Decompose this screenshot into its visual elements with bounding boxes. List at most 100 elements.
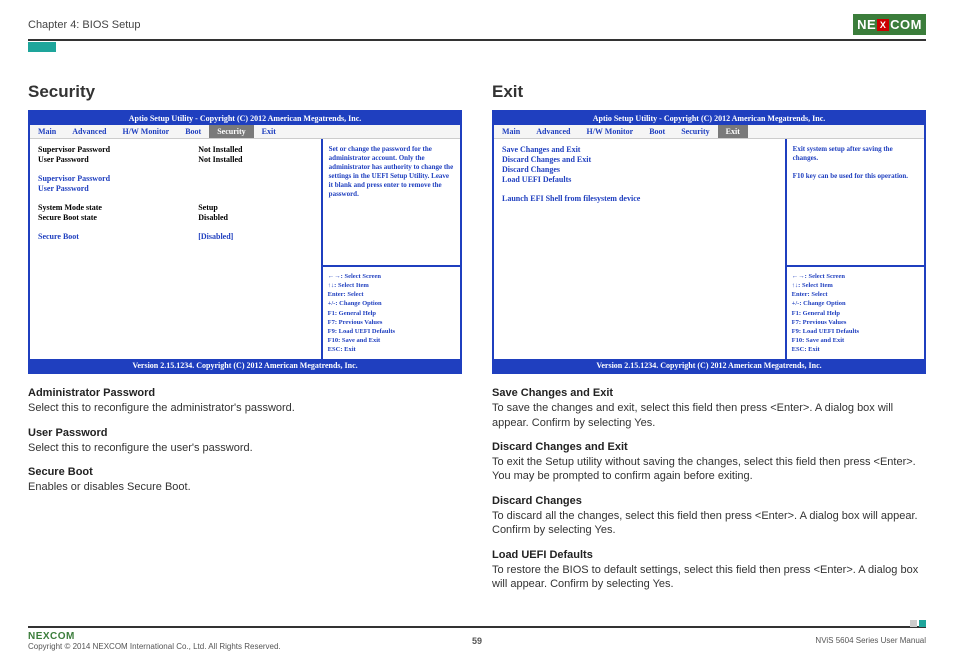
bios-row[interactable]: System Mode stateSetup: [38, 203, 313, 212]
bios-row[interactable]: Secure Boot stateDisabled: [38, 213, 313, 222]
bios-tab-main[interactable]: Main: [30, 125, 64, 138]
desc-text: Select this to reconfigure the user's pa…: [28, 441, 462, 455]
bios-value: [198, 184, 312, 193]
bios-row[interactable]: Supervisor PasswordNot Installed: [38, 145, 313, 154]
key-hint: ←→: Select Screen: [792, 272, 919, 281]
exit-heading: Exit: [492, 82, 926, 102]
page-number: 59: [472, 636, 482, 646]
bios-value: Not Installed: [198, 145, 312, 154]
key-hint: ESC: Exit: [792, 345, 919, 354]
key-hint: F10: Save and Exit: [328, 336, 455, 345]
desc-heading: Load UEFI Defaults: [492, 548, 926, 562]
bios-row[interactable]: User PasswordNot Installed: [38, 155, 313, 164]
bios-title: Aptio Setup Utility - Copyright (C) 2012…: [30, 112, 460, 125]
key-hint: F7: Previous Values: [792, 318, 919, 327]
bios-tabs: MainAdvancedH/W MonitorBootSecurityExit: [30, 125, 460, 139]
footer-copyright: Copyright © 2014 NEXCOM International Co…: [28, 642, 281, 651]
key-hint: +/-: Change Option: [328, 299, 455, 308]
bios-value: Setup: [198, 203, 312, 212]
bios-row[interactable]: Load UEFI Defaults: [502, 175, 777, 184]
bios-tab-advanced[interactable]: Advanced: [64, 125, 114, 138]
footer-logo: NEXCOM: [28, 631, 281, 642]
bios-label: Secure Boot: [38, 232, 198, 241]
key-hint: F10: Save and Exit: [792, 336, 919, 345]
bios-label: System Mode state: [38, 203, 198, 212]
footer-manual: NViS 5604 Series User Manual: [815, 636, 926, 645]
key-hint: Enter: Select: [792, 290, 919, 299]
desc-heading: Administrator Password: [28, 386, 462, 400]
key-hint: ↑↓: Select Item: [792, 281, 919, 290]
key-hint: F1: General Help: [328, 309, 455, 318]
desc-heading: Discard Changes: [492, 494, 926, 508]
header-rule: [28, 39, 926, 41]
bios-label: Supervisor Password: [38, 145, 198, 154]
bios-label: User Password: [38, 155, 198, 164]
bios-row[interactable]: Discard Changes: [502, 165, 777, 174]
bios-label: User Password: [38, 184, 198, 193]
bios-help-text: Exit system setup after saving the chang…: [787, 139, 924, 265]
bios-left-panel: Save Changes and ExitDiscard Changes and…: [494, 139, 785, 359]
desc-heading: Save Changes and Exit: [492, 386, 926, 400]
chapter-title: Chapter 4: BIOS Setup: [28, 19, 141, 31]
desc-text: Enables or disables Secure Boot.: [28, 480, 462, 494]
bios-tab-exit[interactable]: Exit: [254, 125, 284, 138]
bios-row[interactable]: Save Changes and Exit: [502, 145, 777, 154]
bios-value: Disabled: [198, 213, 312, 222]
exit-descriptions: Save Changes and ExitTo save the changes…: [492, 386, 926, 592]
security-descriptions: Administrator PasswordSelect this to rec…: [28, 386, 462, 495]
bios-tab-main[interactable]: Main: [494, 125, 528, 138]
bios-left-panel: Supervisor PasswordNot InstalledUser Pas…: [30, 139, 321, 359]
key-hint: F7: Previous Values: [328, 318, 455, 327]
page-header: Chapter 4: BIOS Setup NEXCOM: [28, 14, 926, 35]
bios-tab-advanced[interactable]: Advanced: [528, 125, 578, 138]
bios-key-legend: ←→: Select Screen↑↓: Select ItemEnter: S…: [787, 265, 924, 359]
bios-tab-h-w-monitor[interactable]: H/W Monitor: [578, 125, 641, 138]
desc-text: To discard all the changes, select this …: [492, 509, 926, 538]
key-hint: ←→: Select Screen: [328, 272, 455, 281]
left-column: Security Aptio Setup Utility - Copyright…: [28, 82, 462, 596]
key-hint: +/-: Change Option: [792, 299, 919, 308]
security-bios-box: Aptio Setup Utility - Copyright (C) 2012…: [28, 110, 462, 374]
desc-heading: User Password: [28, 426, 462, 440]
key-hint: F1: General Help: [792, 309, 919, 318]
bios-footer: Version 2.15.1234. Copyright (C) 2012 Am…: [494, 359, 924, 372]
bios-help-text: Set or change the password for the admin…: [323, 139, 460, 265]
key-hint: ↑↓: Select Item: [328, 281, 455, 290]
bios-tabs: MainAdvancedH/W MonitorBootSecurityExit: [494, 125, 924, 139]
logo: NEXCOM: [853, 14, 926, 35]
page-footer: NEXCOM Copyright © 2014 NEXCOM Internati…: [28, 626, 926, 651]
desc-heading: Secure Boot: [28, 465, 462, 479]
bios-footer: Version 2.15.1234. Copyright (C) 2012 Am…: [30, 359, 460, 372]
bios-value: [198, 174, 312, 183]
teal-tab: [28, 42, 56, 52]
bios-tab-h-w-monitor[interactable]: H/W Monitor: [114, 125, 177, 138]
bios-row[interactable]: Secure Boot[Disabled]: [38, 232, 313, 241]
bios-row[interactable]: Supervisor Password: [38, 174, 313, 183]
bios-title: Aptio Setup Utility - Copyright (C) 2012…: [494, 112, 924, 125]
key-hint: Enter: Select: [328, 290, 455, 299]
key-hint: ESC: Exit: [328, 345, 455, 354]
right-column: Exit Aptio Setup Utility - Copyright (C)…: [492, 82, 926, 596]
desc-heading: Discard Changes and Exit: [492, 440, 926, 454]
bios-row[interactable]: Launch EFI Shell from filesystem device: [502, 194, 777, 203]
bios-tab-security[interactable]: Security: [209, 125, 253, 138]
desc-text: To exit the Setup utility without saving…: [492, 455, 926, 484]
bios-value: Not Installed: [198, 155, 312, 164]
bios-tab-exit[interactable]: Exit: [718, 125, 748, 138]
bios-value: [Disabled]: [198, 232, 312, 241]
desc-text: To save the changes and exit, select thi…: [492, 401, 926, 430]
bios-row[interactable]: Discard Changes and Exit: [502, 155, 777, 164]
bios-tab-boot[interactable]: Boot: [641, 125, 673, 138]
bios-tab-security[interactable]: Security: [673, 125, 717, 138]
key-hint: F9: Load UEFI Defaults: [328, 327, 455, 336]
key-hint: F9: Load UEFI Defaults: [792, 327, 919, 336]
desc-text: To restore the BIOS to default settings,…: [492, 563, 926, 592]
desc-text: Select this to reconfigure the administr…: [28, 401, 462, 415]
bios-tab-boot[interactable]: Boot: [177, 125, 209, 138]
bios-label: Supervisor Password: [38, 174, 198, 183]
bios-key-legend: ←→: Select Screen↑↓: Select ItemEnter: S…: [323, 265, 460, 359]
exit-bios-box: Aptio Setup Utility - Copyright (C) 2012…: [492, 110, 926, 374]
security-heading: Security: [28, 82, 462, 102]
bios-label: Secure Boot state: [38, 213, 198, 222]
bios-row[interactable]: User Password: [38, 184, 313, 193]
